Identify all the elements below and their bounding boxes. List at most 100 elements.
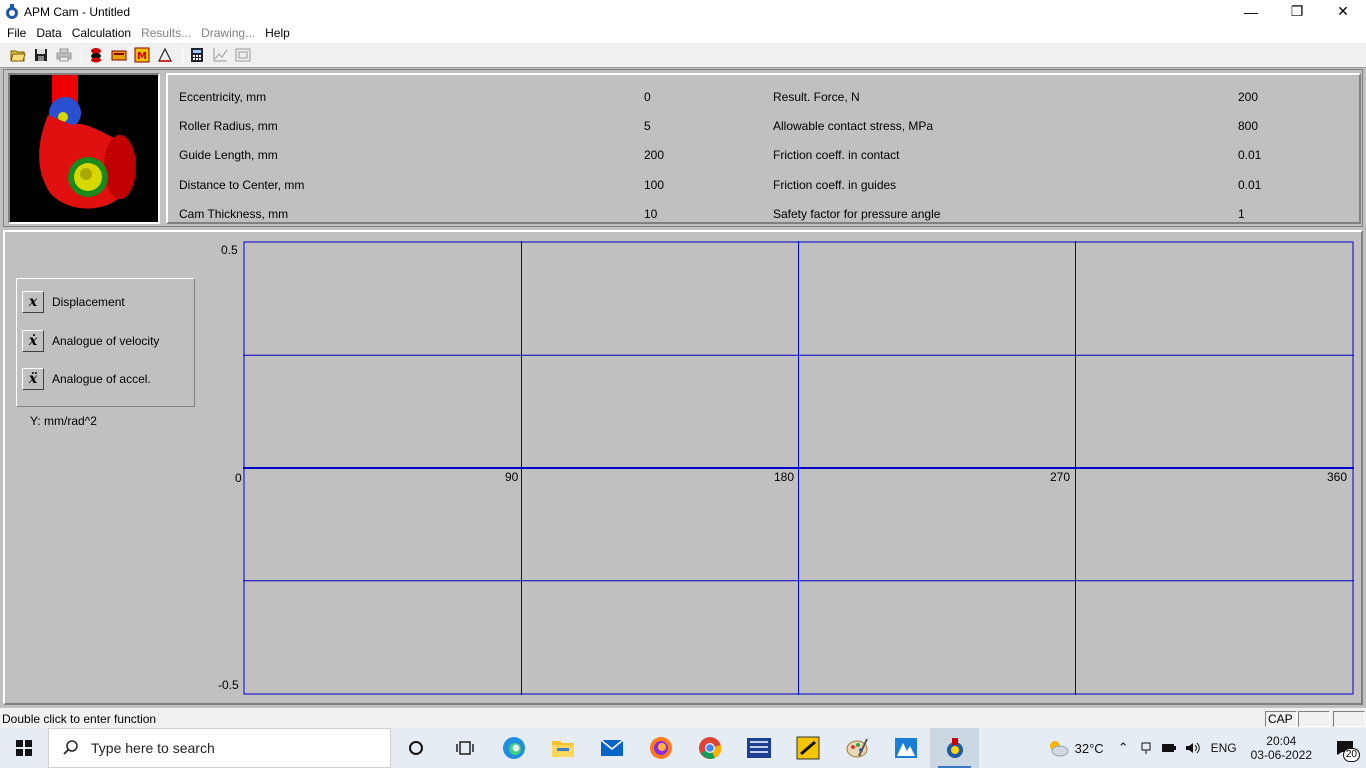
eccentricity-label: Eccentricity, mm (179, 90, 267, 104)
maximize-button[interactable]: ❐ (1274, 0, 1320, 23)
save-button[interactable] (31, 45, 51, 65)
taskbar-app-1[interactable] (734, 728, 783, 768)
parameters-grid: Eccentricity, mm 0 Roller Radius, mm 5 G… (166, 73, 1361, 224)
allowable-stress-value[interactable]: 800 (1238, 119, 1258, 133)
menu-calculation[interactable]: Calculation (67, 23, 136, 43)
result-force-value[interactable]: 200 (1238, 90, 1258, 104)
motion-button[interactable]: M (132, 45, 152, 65)
window-title: APM Cam - Untitled (24, 4, 131, 19)
apm-cam-icon (946, 738, 963, 758)
x-tick-label: 270 (1050, 470, 1071, 484)
eccentricity-value[interactable]: 0 (644, 90, 651, 104)
calculate-button[interactable] (187, 45, 207, 65)
friction-contact-label: Friction coeff. in contact (773, 148, 900, 162)
save-icon (35, 49, 47, 61)
profile-button[interactable] (155, 45, 175, 65)
friction-guides-value[interactable]: 0.01 (1238, 178, 1261, 192)
start-button[interactable] (0, 728, 48, 768)
menu-drawing[interactable]: Drawing... (196, 23, 260, 43)
materials-button[interactable] (86, 45, 106, 65)
menu-data[interactable]: Data (31, 23, 66, 43)
legend-panel: x Displacement ẋ Analogue of velocity ẍ … (16, 278, 195, 407)
print-button[interactable] (54, 45, 74, 65)
battery-icon[interactable] (1161, 742, 1177, 754)
safety-factor-value[interactable]: 1 (1238, 207, 1245, 221)
app-icon (6, 3, 18, 19)
safety-factor-label: Safety factor for pressure angle (773, 207, 941, 221)
acceleration-label: Analogue of accel. (52, 372, 151, 386)
menu-results[interactable]: Results... (136, 23, 196, 43)
taskbar-app-2[interactable] (783, 728, 832, 768)
cam-button[interactable] (109, 45, 129, 65)
plot-canvas[interactable] (243, 241, 1354, 695)
roller-radius-label: Roller Radius, mm (179, 119, 278, 133)
mountain-app-icon (894, 738, 917, 758)
taskbar-chrome[interactable] (685, 728, 734, 768)
open-icon (10, 50, 26, 62)
close-button[interactable]: ✕ (1320, 0, 1366, 23)
print-icon (56, 48, 72, 62)
caps-indicator: CAP (1265, 711, 1297, 727)
title-bar: APM Cam - Untitled — ❐ ✕ (0, 0, 1366, 23)
status-text: Double click to enter function (2, 712, 157, 726)
distance-to-center-value[interactable]: 100 (644, 178, 664, 192)
distance-to-center-label: Distance to Center, mm (179, 178, 305, 192)
y-tick-label: -0.5 (218, 678, 239, 692)
weather-icon[interactable] (1047, 739, 1069, 757)
cortana-icon (408, 741, 423, 755)
x-tick-label: 180 (774, 470, 795, 484)
toolbar-separator (81, 46, 82, 64)
result-force-label: Result. Force, N (773, 90, 860, 104)
taskbar-mail[interactable] (587, 728, 636, 768)
taskbar-app-3[interactable] (881, 728, 930, 768)
chart-button[interactable] (210, 45, 230, 65)
displacement-label: Displacement (52, 295, 125, 309)
cortana-button[interactable] (391, 728, 440, 768)
parameters-panel: Eccentricity, mm 0 Roller Radius, mm 5 G… (3, 69, 1363, 227)
notification-button[interactable]: 20 (1330, 728, 1360, 768)
cam-preview[interactable] (8, 73, 160, 224)
edge-icon (502, 737, 525, 759)
acceleration-button[interactable]: ẍ (22, 368, 44, 390)
displacement-button[interactable]: x (22, 291, 44, 313)
task-view-icon (455, 741, 474, 755)
menu-help[interactable]: Help (260, 23, 295, 43)
cam-thickness-value[interactable]: 10 (644, 207, 657, 221)
guide-length-value[interactable]: 200 (644, 148, 664, 162)
profile-icon (157, 47, 173, 62)
weather-temp[interactable]: 32°C (1075, 741, 1104, 756)
drawing-button[interactable] (233, 45, 253, 65)
friction-guides-label: Friction coeff. in guides (773, 178, 897, 192)
search-icon (63, 740, 78, 755)
spreadsheet-app-icon (746, 738, 771, 758)
task-view-button[interactable] (440, 728, 489, 768)
folder-icon (551, 741, 574, 757)
taskbar-search[interactable]: Type here to search (48, 728, 391, 768)
menu-bar: File Data Calculation Results... Drawing… (0, 23, 1366, 43)
open-button[interactable] (8, 45, 28, 65)
x-tick-label: 90 (505, 470, 519, 484)
taskbar-file-explorer[interactable] (538, 728, 587, 768)
volume-icon[interactable] (1185, 741, 1201, 755)
roller-radius-value[interactable]: 5 (644, 119, 651, 133)
taskbar-edge[interactable] (489, 728, 538, 768)
velocity-button[interactable]: ẋ (22, 330, 44, 352)
network-icon[interactable] (1139, 741, 1153, 755)
taskbar-firefox[interactable] (636, 728, 685, 768)
y-tick-label: 0.5 (221, 243, 238, 257)
friction-contact-value[interactable]: 0.01 (1238, 148, 1261, 162)
minimize-button[interactable]: — (1228, 0, 1274, 23)
taskbar-paint[interactable] (832, 728, 881, 768)
allowable-stress-label: Allowable contact stress, MPa (773, 119, 934, 133)
clock[interactable]: 20:04 03-06-2022 (1251, 734, 1312, 762)
y-tick-label: 0 (235, 471, 242, 485)
materials-icon (91, 48, 101, 63)
firefox-icon (649, 737, 672, 759)
notification-count: 20 (1342, 748, 1360, 762)
toolbar-separator (182, 46, 183, 64)
chevron-up-icon[interactable]: ⌃ (1118, 740, 1129, 756)
menu-file[interactable]: File (2, 23, 31, 43)
paint-icon (846, 738, 868, 758)
language-indicator[interactable]: ENG (1211, 741, 1237, 755)
taskbar-apm-cam[interactable] (930, 728, 979, 768)
